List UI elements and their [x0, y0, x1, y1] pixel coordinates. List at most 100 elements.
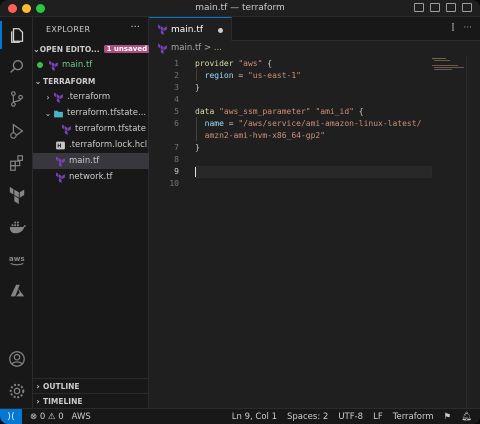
- hcl-file-icon: H: [56, 141, 65, 149]
- extensions-icon[interactable]: [0, 149, 33, 177]
- code-token: }: [195, 142, 200, 152]
- code-token: }: [195, 82, 200, 92]
- window-title: main.tf — terraform: [195, 3, 285, 13]
- code-token: provider: [195, 58, 239, 68]
- line-number: 2: [174, 70, 179, 80]
- terraform-file-icon: [158, 24, 167, 35]
- language-mode[interactable]: Terraform: [393, 412, 434, 422]
- chevron-right-icon: ›: [36, 382, 40, 391]
- explorer-sidebar: EXPLORER ··· ⌄ OPEN EDITO... 1 unsaved m…: [33, 17, 151, 409]
- line-code: region = "us-east-1": [195, 71, 301, 80]
- line-code: }: [195, 83, 200, 92]
- breadcrumb: main.tf > ...: [149, 41, 480, 55]
- outline-section[interactable]: › OUTLINE: [33, 378, 149, 394]
- cursor-position[interactable]: Ln 9, Col 1: [232, 412, 277, 422]
- unsaved-dot-icon[interactable]: [218, 28, 223, 33]
- terraform-file-icon: [56, 172, 65, 183]
- tab-label: main.tf: [171, 24, 204, 35]
- tree-item-lock-file[interactable]: H .terraform.lock.hcl: [33, 137, 149, 153]
- line-number: 5: [174, 106, 179, 116]
- code-token: data: [195, 106, 220, 116]
- vscode-window: main.tf — terraform aws EXPLORER ··· ⌄ O…: [0, 0, 480, 424]
- vertical-scrollbar[interactable]: [466, 55, 480, 408]
- workspace-section[interactable]: ⌄ TERRAFORM: [33, 73, 149, 89]
- remote-indicator[interactable]: ⟩⟨: [0, 408, 22, 424]
- tree-item-tfstate-folder[interactable]: ⌄ terraform.tfstate...: [33, 105, 149, 121]
- line-number: 1: [174, 58, 179, 68]
- open-editors-section[interactable]: ⌄ OPEN EDITO... 1 unsaved: [33, 41, 151, 57]
- code-token: "aws_ssm_parameter": [219, 106, 311, 116]
- open-editors-label: OPEN EDITO...: [39, 44, 100, 54]
- line-code: provider "aws" {: [195, 59, 272, 68]
- folder-icon: [54, 110, 63, 117]
- split-editor-icon[interactable]: ⫿: [452, 23, 455, 33]
- terraform-file-icon: [49, 60, 58, 71]
- svg-text:aws: aws: [8, 254, 24, 263]
- run-debug-icon[interactable]: [0, 117, 33, 145]
- files-icon[interactable]: [0, 21, 33, 49]
- timeline-section[interactable]: › TIMELINE: [33, 393, 149, 409]
- problems-status[interactable]: ⊗ 0 ⚠ 0: [30, 412, 64, 422]
- toggle-sidebar-icon[interactable]: [414, 3, 424, 12]
- terraform-file-icon: [56, 156, 65, 167]
- line-code: }: [195, 143, 200, 152]
- open-editor-item[interactable]: main.tf: [33, 57, 149, 73]
- more-actions-icon[interactable]: ···: [463, 23, 472, 33]
- breadcrumb-path[interactable]: main.tf > ...: [171, 43, 222, 53]
- aws-status[interactable]: AWS: [72, 412, 91, 422]
- code-token: =: [233, 70, 248, 80]
- account-icon[interactable]: [0, 345, 33, 373]
- code-token: region: [195, 70, 234, 80]
- customize-layout-icon[interactable]: [462, 3, 472, 12]
- tree-item-main-tf[interactable]: main.tf: [33, 153, 149, 169]
- aws-icon[interactable]: aws: [0, 245, 33, 273]
- tree-item-label: main.tf: [69, 156, 100, 166]
- line-code: data "aws_ssm_parameter" "ami_id" {: [195, 107, 364, 116]
- code-line: 9: [149, 165, 439, 177]
- settings-gear-icon[interactable]: [0, 377, 33, 405]
- unsaved-badge: 1 unsaved: [103, 45, 151, 53]
- code-editor[interactable]: 1 provider "aws" {2 region = "us-east-1" 3…: [149, 55, 480, 408]
- terraform-file-icon: [62, 124, 71, 135]
- layout-controls: [414, 3, 472, 12]
- search-icon[interactable]: [0, 53, 33, 81]
- chevron-down-icon: ⌄: [33, 44, 40, 54]
- notifications-bell-icon[interactable]: 🔔︎: [461, 412, 472, 422]
- code-line: 1 provider "aws" {: [149, 57, 439, 69]
- code-line: 10: [149, 177, 439, 189]
- chevron-down-icon: ⌄: [44, 108, 52, 118]
- toggle-secondary-sidebar-icon[interactable]: [446, 3, 456, 12]
- code-line: 4: [149, 93, 439, 105]
- line-number: 4: [174, 94, 179, 104]
- terraform-folder-icon: [54, 92, 63, 103]
- tree-item-tfstate-file[interactable]: terraform.tfstate: [33, 121, 149, 137]
- azure-icon[interactable]: [0, 277, 33, 305]
- docker-icon[interactable]: [0, 213, 33, 241]
- line-number: 3: [174, 82, 179, 92]
- source-control-icon[interactable]: [0, 85, 33, 113]
- timeline-label: TIMELINE: [43, 397, 83, 406]
- line-number: 9: [174, 166, 179, 176]
- tab-main-tf[interactable]: main.tf: [149, 17, 232, 41]
- code-line: 2 region = "us-east-1": [149, 69, 439, 81]
- chevron-down-icon: ⌄: [34, 76, 42, 86]
- tree-item-label: .terraform: [67, 92, 111, 102]
- code-token: "us-east-1": [247, 70, 301, 80]
- more-actions-icon[interactable]: ···: [130, 22, 140, 33]
- workspace-label: TERRAFORM: [43, 76, 96, 86]
- indentation[interactable]: Spaces: 2: [287, 412, 328, 422]
- code-line: amzn2-ami-hvm-x86_64-gp2": [149, 129, 439, 141]
- tree-item-label: terraform.tfstate...: [67, 108, 147, 118]
- code-token: "/aws/service/ami-amazon-linux-latest/: [238, 118, 422, 128]
- tree-item-network-tf[interactable]: network.tf: [33, 169, 149, 185]
- line-code: name = "/aws/service/ami-amazon-linux-la…: [195, 118, 422, 128]
- toggle-panel-icon[interactable]: [430, 3, 440, 12]
- tree-item-label: .terraform.lock.hcl: [69, 140, 148, 150]
- terraform-icon[interactable]: [0, 181, 33, 209]
- outline-label: OUTLINE: [43, 382, 80, 391]
- feedback-icon[interactable]: ⚑: [444, 412, 452, 422]
- tree-item-terraform-folder[interactable]: › .terraform: [33, 89, 149, 105]
- end-of-line[interactable]: LF: [373, 412, 383, 422]
- encoding[interactable]: UTF-8: [338, 412, 363, 422]
- code-token: name: [195, 118, 224, 128]
